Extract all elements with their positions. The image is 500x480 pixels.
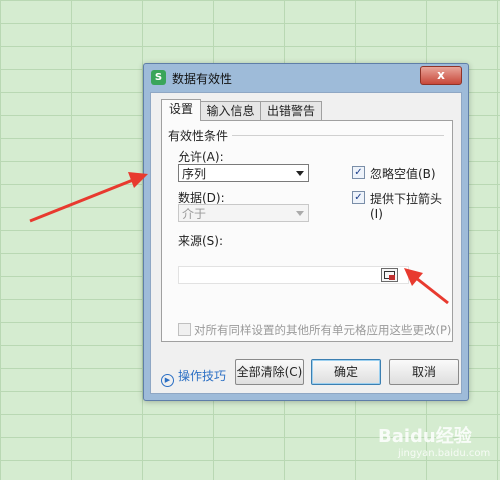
- ignore-blank-label: 忽略空值(B): [370, 167, 436, 181]
- allow-select[interactable]: 序列: [178, 164, 309, 182]
- apply-all-label: 对所有同样设置的其他所有单元格应用这些更改(P): [194, 323, 452, 337]
- source-input[interactable]: [178, 266, 409, 284]
- allow-label: 允许(A):: [178, 150, 224, 164]
- baidu-watermark: Baidu经验: [378, 426, 472, 447]
- source-label: 来源(S):: [178, 234, 224, 248]
- dropdown-arrow-label: 提供下拉箭头(I): [370, 192, 443, 221]
- validation-criteria-title: 有效性条件: [168, 129, 229, 143]
- settings-panel: 有效性条件 允许(A): 序列 ✓ 忽略空值(B) 数据(D): 介于 ✓ 提供…: [161, 120, 453, 342]
- tips-label: 操作技巧: [178, 369, 227, 383]
- dialog-body: 设置 输入信息 出错警告 有效性条件 允许(A): 序列 ✓ 忽略空值(B) 数…: [150, 92, 462, 394]
- ok-button[interactable]: 确定: [311, 359, 381, 385]
- cancel-button[interactable]: 取消: [389, 359, 459, 385]
- clear-all-button[interactable]: 全部清除(C): [235, 359, 304, 385]
- chevron-down-icon: [296, 211, 304, 216]
- apply-all-checkbox: [178, 323, 191, 336]
- range-select-icon[interactable]: [381, 268, 398, 282]
- wps-app-icon: S: [151, 70, 166, 85]
- data-select-value: 介于: [182, 207, 207, 221]
- dropdown-arrow-checkbox[interactable]: ✓: [352, 191, 365, 204]
- baidu-watermark-url: jingyan.baidu.com: [398, 448, 491, 459]
- annotation-arrow-left: [29, 172, 148, 223]
- tips-link[interactable]: ▶ 操作技巧: [161, 367, 226, 387]
- group-divider: [232, 135, 444, 136]
- tab-input-message[interactable]: 输入信息: [200, 101, 261, 120]
- chevron-down-icon: [296, 171, 304, 176]
- close-button[interactable]: x: [420, 66, 462, 85]
- tab-error-alert[interactable]: 出错警告: [260, 101, 322, 120]
- data-select: 介于: [178, 204, 309, 222]
- dialog-titlebar[interactable]: S 数据有效性 x: [144, 64, 468, 90]
- ignore-blank-checkbox[interactable]: ✓: [352, 166, 365, 179]
- data-validation-dialog: S 数据有效性 x 设置 输入信息 出错警告 有效性条件 允许(A): 序列 ✓…: [143, 63, 469, 401]
- dialog-title: 数据有效性: [172, 72, 233, 86]
- play-icon: ▶: [161, 374, 174, 387]
- allow-select-value: 序列: [182, 167, 207, 181]
- tab-settings[interactable]: 设置: [161, 99, 201, 121]
